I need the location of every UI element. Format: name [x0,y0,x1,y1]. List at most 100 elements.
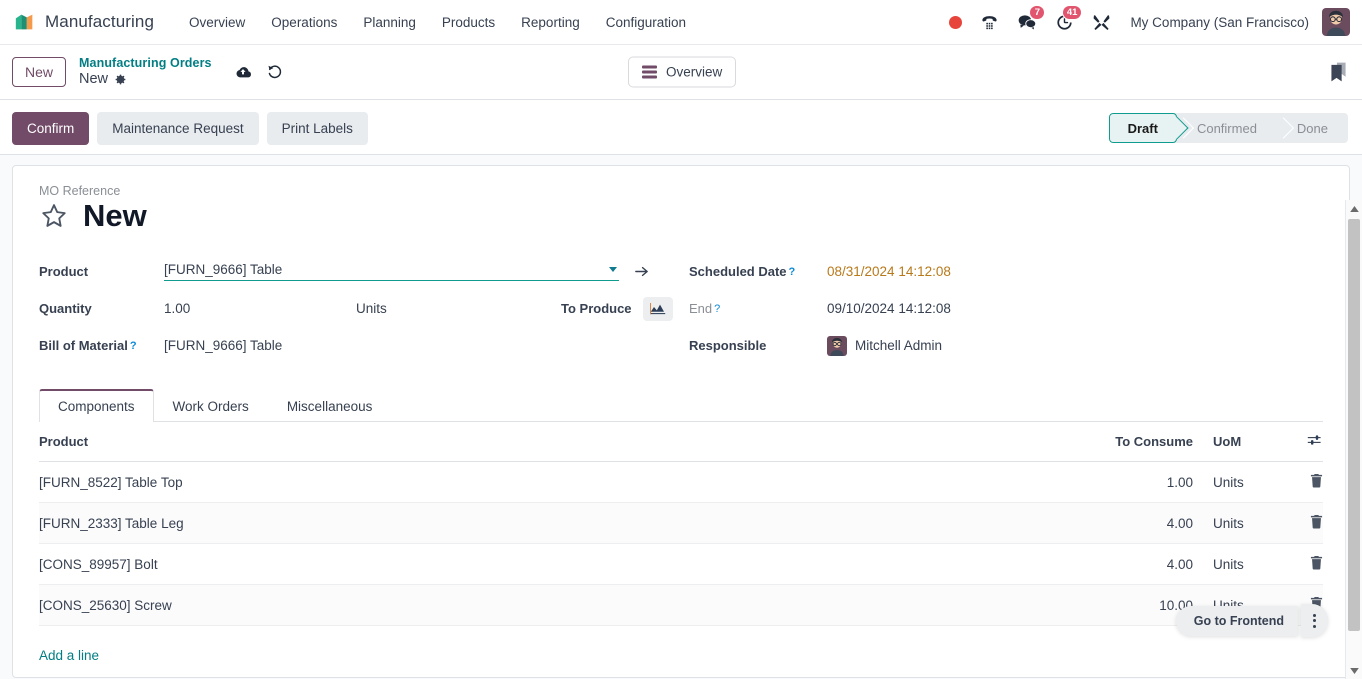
cell-delete[interactable] [1283,502,1323,544]
cell-product[interactable]: [FURN_2333] Table Leg [39,502,764,544]
scheduled-date-value[interactable]: 08/31/2024 14:12:08 [827,264,951,279]
help-marker-icon[interactable]: ? [714,303,720,315]
components-table-body: [FURN_8522] Table Top 1.00 Units [FURN_2… [39,461,1323,677]
main-menu: Overview Operations Planning Products Re… [176,9,699,36]
tab-work-orders[interactable]: Work Orders [154,389,268,422]
table-header-row: Product To Consume UoM [39,422,1323,462]
table-row[interactable]: [CONS_89957] Bolt 4.00 Units [39,543,1323,585]
vertical-scrollbar[interactable] [1345,200,1362,679]
scroll-up-arrow-icon[interactable] [1346,200,1362,217]
cell-product[interactable]: [FURN_8522] Table Top [39,461,764,503]
app-brand[interactable]: Manufacturing [14,11,154,33]
quantity-uom-value[interactable]: Units [356,301,561,316]
page-title: New [83,198,147,233]
scroll-down-arrow-icon[interactable] [1346,662,1362,679]
go-to-frontend-button[interactable]: Go to Frontend [1175,605,1298,636]
company-switcher[interactable]: My Company (San Francisco) [1120,11,1317,34]
cell-to-consume[interactable]: 4.00 [763,502,1203,544]
add-a-line-button[interactable]: Add a line [39,637,99,674]
chevron-down-icon[interactable] [609,267,617,272]
messaging-menu[interactable]: 7 [1008,5,1046,37]
menu-item-planning[interactable]: Planning [350,9,429,36]
cell-delete[interactable] [1283,461,1323,503]
cell-product[interactable]: [CONS_25630] Screw [39,584,764,626]
frontend-widget: Go to Frontend [1175,604,1328,637]
bookmark-ribbon-icon[interactable] [1329,61,1348,83]
activity-menu[interactable]: 41 [1046,5,1083,37]
state-confirmed[interactable]: Confirmed [1177,113,1277,143]
messaging-counter: 7 [1029,5,1046,20]
save-record-button[interactable] [234,63,252,81]
vertical-dots-icon[interactable] [1301,604,1328,637]
breadcrumb-current-row: New [79,71,212,88]
notebook: Components Work Orders Miscellaneous Pro… [39,388,1323,677]
mo-reference-label: MO Reference [39,184,121,198]
cell-to-consume[interactable]: 4.00 [763,543,1203,585]
breadcrumb-parent-link[interactable]: Manufacturing Orders [79,56,212,70]
top-navbar: Manufacturing Overview Operations Planni… [0,0,1362,45]
components-table-head: Product To Consume UoM [39,422,1323,462]
menu-item-operations[interactable]: Operations [258,9,350,36]
trash-icon[interactable] [1310,473,1323,488]
product-input[interactable]: [FURN_9666] Table [164,262,619,281]
product-value: [FURN_9666] Table [164,262,283,277]
trash-icon[interactable] [1310,555,1323,570]
quantity-value[interactable]: 1.00 [164,301,356,316]
tab-components[interactable]: Components [39,389,154,422]
cell-to-consume[interactable]: 1.00 [763,461,1203,503]
menu-item-reporting[interactable]: Reporting [508,9,593,36]
state-draft[interactable]: Draft [1108,113,1177,143]
recording-indicator[interactable] [940,7,971,37]
discard-record-button[interactable] [266,63,284,81]
column-header-product[interactable]: Product [39,422,764,462]
title-row: New [39,200,1323,231]
record-actions [234,63,284,81]
responsible-value[interactable]: Mitchell Admin [855,338,942,353]
tab-miscellaneous[interactable]: Miscellaneous [268,389,392,422]
state-done[interactable]: Done [1277,113,1348,143]
overview-button[interactable]: Overview [628,56,737,88]
state-pipeline: Draft Confirmed Done [1108,113,1348,143]
wrench-tools-icon [1094,14,1110,30]
form-sheet: MO Reference New Product [FURN_9666] Tab… [12,165,1350,678]
control-panel: New Manufacturing Orders New Overview [0,45,1362,100]
trash-icon[interactable] [1310,514,1323,529]
column-header-to-consume[interactable]: To Consume [763,422,1203,462]
column-header-uom[interactable]: UoM [1203,422,1283,462]
help-marker-icon[interactable]: ? [130,340,137,352]
area-chart-icon [649,302,665,314]
bom-value[interactable]: [FURN_9666] Table [164,338,282,353]
to-produce-forecast-button[interactable] [642,296,673,321]
table-row[interactable]: [FURN_8522] Table Top 1.00 Units [39,461,1323,503]
cell-to-consume[interactable]: 10.00 [763,584,1203,626]
help-marker-icon[interactable]: ? [789,266,796,278]
scrollbar-thumb[interactable] [1348,219,1360,631]
table-row[interactable]: [CONS_25630] Screw 10.00 Units [39,584,1323,626]
star-outline-icon[interactable] [39,201,69,231]
add-line-row: Add a line [39,625,1323,677]
voip-button[interactable] [971,7,1008,37]
debug-menu[interactable] [1083,7,1120,37]
cell-uom[interactable]: Units [1203,502,1283,544]
app-name: Manufacturing [45,12,155,31]
maintenance-request-button[interactable]: Maintenance Request [97,111,259,145]
add-line-cell: Add a line [39,625,1323,677]
new-record-button[interactable]: New [12,56,67,87]
cell-delete[interactable] [1283,543,1323,585]
cell-uom[interactable]: Units [1203,543,1283,585]
print-labels-button[interactable]: Print Labels [266,111,368,145]
confirm-button[interactable]: Confirm [12,111,90,145]
menu-item-configuration[interactable]: Configuration [593,9,699,36]
field-scheduled-date-row: Scheduled Date? 08/31/2024 14:12:08 [689,253,1323,290]
gear-icon[interactable] [114,73,127,86]
menu-item-overview[interactable]: Overview [176,9,258,36]
menu-item-products[interactable]: Products [429,9,508,36]
responsible-label: Responsible [689,338,767,353]
arrow-right-internal-link-icon[interactable] [633,263,650,280]
cell-uom[interactable]: Units [1203,461,1283,503]
cell-product[interactable]: [CONS_89957] Bolt [39,543,764,585]
optional-columns-toggle[interactable] [1283,422,1323,462]
table-row[interactable]: [FURN_2333] Table Leg 4.00 Units [39,502,1323,544]
end-date-value[interactable]: 09/10/2024 14:12:08 [827,301,951,316]
avatar[interactable] [1322,8,1350,36]
